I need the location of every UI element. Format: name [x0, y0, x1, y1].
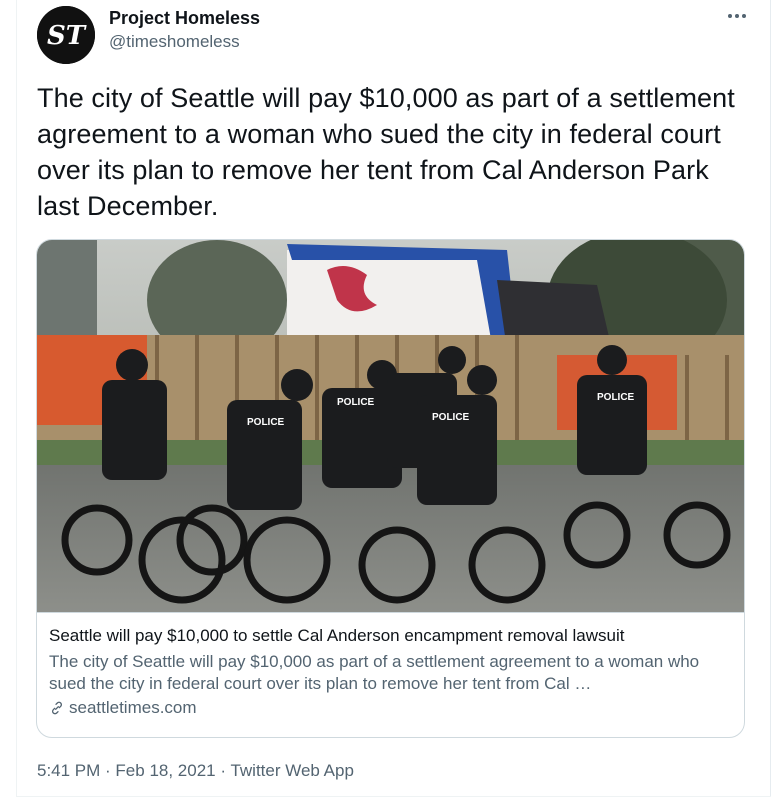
author-name[interactable]: Project Homeless [109, 8, 260, 28]
more-dot-icon [728, 14, 732, 18]
avatar-letters: ST [47, 21, 87, 51]
card-text[interactable]: Seattle will pay $10,000 to settle Cal A… [37, 612, 744, 737]
card-image[interactable]: POLICE POLICE POLICE POLICE [37, 240, 744, 612]
author-handle[interactable]: @timeshomeless [109, 30, 260, 54]
card-description: The city of Seattle will pay $10,000 as … [49, 652, 700, 693]
column-border-left [16, 0, 17, 797]
column-border-right [770, 0, 771, 797]
tweet-time[interactable]: 5:41 PM [37, 761, 100, 780]
more-dot-icon [742, 14, 746, 18]
link-icon [52, 701, 62, 715]
author-block: Project Homeless @timeshomeless [109, 8, 260, 54]
link-card[interactable]: POLICE POLICE POLICE POLICE Seattle will p… [36, 239, 745, 738]
more-dot-icon [735, 14, 739, 18]
tweet-header: ST Project Homeless @timeshomeless [37, 6, 752, 66]
meta-separator: · [215, 761, 231, 780]
avatar[interactable]: ST [37, 6, 95, 64]
svg-text:POLICE: POLICE [597, 392, 635, 403]
tweet-date[interactable]: Feb 18, 2021 [115, 761, 215, 780]
tweet-text: The city of Seattle will pay $10,000 as … [37, 83, 735, 221]
svg-text:POLICE: POLICE [247, 417, 285, 428]
svg-text:POLICE: POLICE [432, 412, 470, 423]
card-domain: seattletimes.com [49, 697, 732, 719]
meta-separator: · [100, 761, 116, 780]
svg-text:POLICE: POLICE [337, 397, 375, 408]
seattle-times-logo-icon: ST [37, 6, 95, 64]
more-options-button[interactable] [722, 4, 752, 28]
tweet-source[interactable]: Twitter Web App [230, 761, 353, 780]
card-domain-text: seattletimes.com [69, 698, 197, 717]
card-title[interactable]: Seattle will pay $10,000 to settle Cal A… [49, 625, 732, 647]
tweet-metadata: 5:41 PM · Feb 18, 2021 · Twitter Web App [37, 760, 354, 782]
